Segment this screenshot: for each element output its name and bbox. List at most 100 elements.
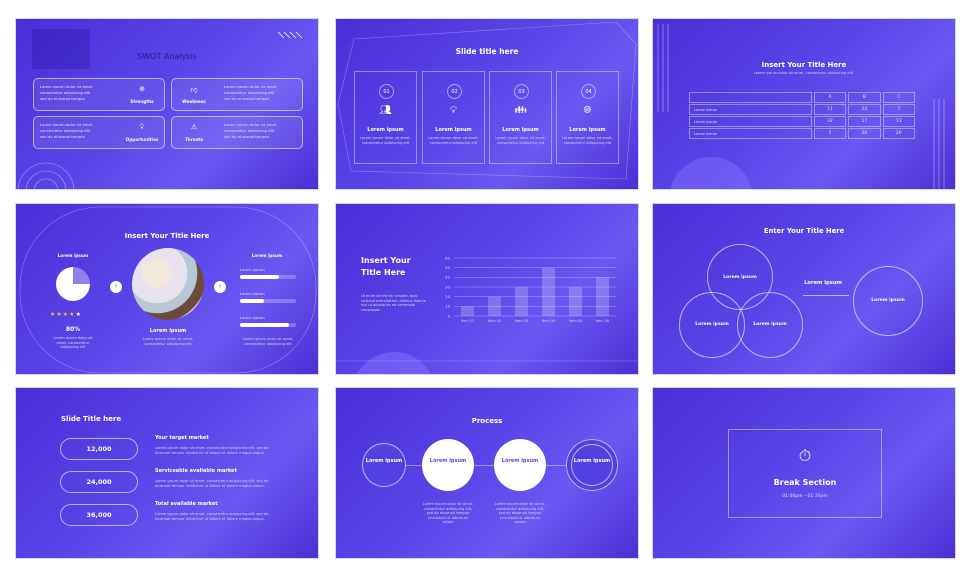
previous-button[interactable]: ‹	[110, 281, 122, 293]
pie-chart	[56, 267, 90, 301]
y-tick-label: 60	[445, 255, 450, 260]
market-value: 36,000	[60, 504, 138, 526]
card-text: Lorem ipsum dolor sit amet, consectetur …	[360, 136, 411, 145]
bullet: Lorem ipsum dolor sit amet consectetur a…	[40, 84, 93, 95]
card-text: Lorem ipsum dolor sit amet, consectetur …	[428, 136, 479, 145]
slide-title: Process	[471, 417, 503, 425]
bullet: Lorem ipsum dolor sit amet consectetur a…	[224, 122, 277, 133]
arrow-right-icon	[803, 295, 849, 296]
table-row: Lorem ipsum 32 17 13	[689, 116, 915, 127]
step-text: Lorem ipsum dolor sit amet, consectetur …	[494, 502, 546, 525]
slide-table[interactable]: Insert Your Title Here Lorem ipsum dolor…	[652, 18, 956, 190]
step-number: 04	[581, 84, 596, 99]
step-number: 03	[514, 84, 529, 99]
x-tick-label: Item 05	[569, 319, 582, 323]
slide-process[interactable]: Process Lorem ipsum Lorem ipsum Lorem ip…	[335, 387, 639, 559]
swot-threats: ⚠ Threats Lorem ipsum dolor sit amet con…	[171, 116, 303, 149]
next-button[interactable]: ›	[214, 281, 226, 293]
quadrant-label: Threats	[184, 137, 204, 142]
slide-market[interactable]: Slide Title here 12,000 24,000 36,000 Yo…	[15, 387, 319, 559]
swot-opportunities: Lorem ipsum dolor sit amet consectetur a…	[33, 116, 165, 149]
table-cell: Lorem ipsum	[689, 116, 812, 127]
market-text: Lorem ipsum dolor sit amet, consectetur …	[155, 512, 269, 521]
quadrant-label: Strengths	[130, 99, 154, 104]
slide-chart[interactable]: Insert Your Title Here Ut enim ad minim …	[335, 203, 639, 375]
table-row: Lorem ipsum 5 36 26	[689, 128, 915, 139]
process-line	[384, 465, 594, 466]
table-cell: Lorem ipsum	[689, 104, 812, 115]
table-cell: 24	[848, 104, 881, 115]
market-heading: Serviceable available market	[155, 468, 237, 474]
thumbs-down-icon: 👎︎	[190, 86, 198, 94]
bar-chart: 0 10 20 30 40 50 60 Item 01 Item 02 Item 03 Item 0…	[445, 255, 616, 323]
card-text: Lorem ipsum dolor sit amet, consectetur …	[495, 136, 546, 145]
bullet: sed do eiusmod tempor	[224, 134, 270, 139]
slide-break[interactable]: ⏱︎ Break Section 01:00pm – 01:30pm	[652, 387, 956, 559]
left-heading: Lorem ipsum	[57, 253, 89, 258]
venn-label: Lorem ipsum	[695, 322, 729, 327]
result-label: Lorem ipsum	[871, 298, 905, 303]
break-time: 01:00pm – 01:30pm	[782, 494, 828, 499]
bar	[515, 287, 528, 316]
table-cell: 5	[813, 128, 847, 139]
process-step	[362, 443, 406, 487]
card-title: Lorem ipsum	[502, 127, 539, 133]
slide-title: SWOT Analysis	[137, 52, 197, 61]
bar	[569, 287, 582, 316]
bar	[596, 277, 609, 316]
step-card: 03 👪︎ Lorem ipsum Lorem ipsum dolor sit ame…	[489, 71, 552, 164]
progress-bar	[240, 299, 296, 303]
warning-icon: ⚠	[190, 123, 198, 131]
y-tick-label: 50	[445, 265, 450, 270]
x-tick-label: Item 01	[461, 319, 474, 323]
x-tick-label: Item 02	[488, 319, 501, 323]
percent-value: 80%	[65, 326, 81, 333]
slide-steps[interactable]: Slide title here 01 👥︎ Lorem ipsum Lorem ip…	[335, 18, 639, 190]
card-text: Lorem ipsum dolor sit amet, consectetur …	[562, 136, 613, 145]
card-title: Lorem ipsum	[367, 127, 404, 133]
bar	[461, 306, 474, 316]
idea-people-icon: 💡︎	[450, 105, 457, 116]
step-text: Lorem ipsum dolor sit amet, consectetur …	[422, 502, 474, 525]
table-cell	[689, 92, 812, 103]
star-icon: ★	[75, 311, 82, 318]
market-value: 12,000	[60, 438, 138, 460]
table-cell: 17	[848, 116, 881, 127]
left-text: Lorem ipsum dolor sit amet, consectetur …	[53, 336, 93, 350]
table-header-row: ABC	[689, 92, 915, 103]
stopwatch-icon: ⏱︎	[798, 446, 812, 465]
card-title: Lorem ipsum	[569, 127, 606, 133]
bullet: sed do eiusmod tempor	[40, 134, 86, 139]
group-icon: 👪︎	[514, 105, 527, 116]
table-cell: 36	[848, 128, 881, 139]
slide-swot[interactable]: SWOT Analysis Lorem ipsum dolor sit amet…	[15, 18, 319, 190]
star-rating: ★★★★★	[50, 311, 82, 318]
progress-bar	[240, 323, 296, 327]
lightbulb-icon: 💡︎	[139, 123, 145, 131]
swot-strengths: Lorem ipsum dolor sit amet consectetur a…	[33, 78, 165, 111]
globe-icon: ⊕	[139, 85, 145, 93]
process-step-ring	[571, 444, 613, 486]
card-title: Lorem ipsum	[435, 127, 472, 133]
step-card: 02 💡︎ Lorem ipsum Lorem ipsum dolor sit ame…	[422, 71, 485, 164]
slide-venn[interactable]: Enter Your Title Here Lorem ipsum Lorem …	[652, 203, 956, 375]
slide-title: Insert Your Title Here	[124, 232, 210, 240]
bar-label: Lorem ipsum	[240, 267, 265, 272]
progress-fill	[240, 275, 280, 279]
step-number: 02	[447, 84, 462, 99]
arrow-label: Lorem ipsum	[804, 280, 842, 286]
quadrant-label: Opportunities	[125, 137, 159, 142]
right-text: Lorem ipsum dolor sit amet, consectetur …	[242, 337, 294, 346]
table-cell: 7	[882, 104, 915, 115]
progress-fill	[240, 299, 265, 303]
table-cell: B	[848, 92, 881, 103]
slide-stats[interactable]: Insert Your Title Here Lorem ipsum ★★★★★…	[15, 203, 319, 375]
progress-fill	[240, 323, 290, 327]
market-value: 24,000	[60, 471, 138, 493]
slide-title: Insert Your Title Here	[761, 61, 847, 69]
bullet: Lorem ipsum dolor sit amet consectetur a…	[224, 84, 277, 95]
table-cell: 26	[882, 128, 915, 139]
y-tick-label: 10	[445, 304, 450, 309]
table-row: Lorem ipsum 11 24 7	[689, 104, 915, 115]
venn-label: Lorem ipsum	[723, 275, 757, 280]
